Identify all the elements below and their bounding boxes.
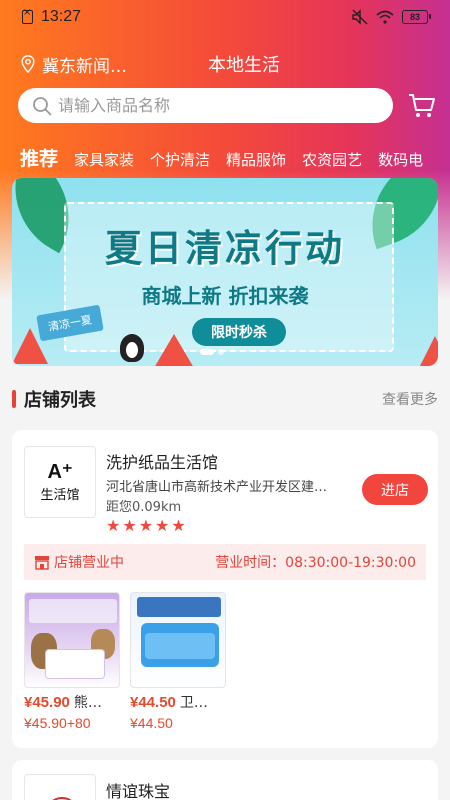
store-card[interactable]: A⁺ 生活馆 洗护纸品生活馆 河北省唐山市高新技术产业开发区建… 距您0.09k… xyxy=(12,430,438,748)
tab-apparel[interactable]: 精品服饰 xyxy=(226,149,286,170)
product-price: ¥44.50 xyxy=(130,694,176,711)
store-address: 河北省唐山市高新技术产业开发区建… xyxy=(106,480,328,495)
star-icon: ★ xyxy=(122,516,137,535)
product-item[interactable]: ¥45.90 熊… ¥45.90+80 xyxy=(24,592,120,731)
store-open-bar: 店铺营业中 营业时间：08:30:00-19:30:00 xyxy=(24,544,426,580)
enter-store-button[interactable]: 进店 xyxy=(362,474,428,505)
search-bar[interactable] xyxy=(18,88,393,123)
banner-title: 夏日清凉行动 xyxy=(105,227,345,270)
shop-icon xyxy=(35,555,49,570)
store-distance: 距您0.09km xyxy=(106,500,182,515)
product-item[interactable]: ¥44.50 卫… ¥44.50 xyxy=(130,592,226,731)
banner-subtitle: 商城上新 折扣来袭 xyxy=(141,284,309,308)
search-icon xyxy=(33,96,52,115)
open-status: 店铺营业中 xyxy=(54,555,124,571)
store-name: 情谊珠宝 xyxy=(106,782,171,800)
store-name: 洗护纸品生活馆 xyxy=(106,453,219,472)
carousel-dot xyxy=(200,349,214,355)
carousel-dot xyxy=(218,349,224,355)
business-hours: 营业时间：08:30:00-19:30:00 xyxy=(215,555,416,571)
product-name: 卫… xyxy=(179,695,208,711)
location-pin-icon xyxy=(21,55,35,73)
watermelon-icon xyxy=(420,336,438,366)
star-icon: ★ xyxy=(171,516,186,535)
product-name: 熊… xyxy=(73,695,102,711)
section-title: 店铺列表 xyxy=(24,390,96,411)
product-image xyxy=(24,592,120,688)
flash-sale-button[interactable]: 限时秒杀 xyxy=(192,318,286,346)
wifi-icon xyxy=(376,10,394,24)
product-sub-price: ¥44.50 xyxy=(130,715,173,731)
penguin-icon xyxy=(120,334,144,362)
local-life-tab[interactable]: 本地生活 xyxy=(208,51,280,77)
search-input[interactable] xyxy=(58,96,358,115)
sim-off-icon xyxy=(22,7,33,24)
tab-agriculture[interactable]: 农资园艺 xyxy=(302,149,362,170)
view-more-link[interactable]: 查看更多 xyxy=(382,389,438,409)
tab-digital[interactable]: 数码电 xyxy=(378,149,423,170)
mute-icon xyxy=(352,9,368,25)
tab-personal-care[interactable]: 个护清洁 xyxy=(150,149,210,170)
store-rating: ★ ★ ★ ★ ★ xyxy=(106,516,186,535)
status-time: 13:27 xyxy=(41,8,82,25)
store-logo: A⁺ 生活馆 xyxy=(24,446,96,518)
category-tabs: 推荐 家具家装 个护清洁 精品服饰 农资园艺 数码电 xyxy=(20,144,450,172)
location-row: 冀东新闻… 本地生活 xyxy=(20,50,440,78)
status-bar: 13:27 83 xyxy=(0,0,450,34)
location-selector[interactable]: 冀东新闻… xyxy=(42,52,162,77)
product-price: ¥45.90 xyxy=(24,694,70,711)
cart-icon[interactable] xyxy=(408,93,436,119)
product-image xyxy=(130,592,226,688)
store-list-header: 店铺列表 查看更多 xyxy=(12,386,438,412)
tab-furniture[interactable]: 家具家装 xyxy=(74,149,134,170)
star-icon: ★ xyxy=(155,516,170,535)
carousel-indicator xyxy=(200,349,224,355)
star-icon: ★ xyxy=(106,516,121,535)
star-icon: ★ xyxy=(138,516,154,535)
store-logo xyxy=(24,774,96,800)
section-accent-bar xyxy=(12,390,16,408)
battery-icon: 83 xyxy=(402,10,431,24)
tab-recommend[interactable]: 推荐 xyxy=(20,144,58,171)
store-card[interactable]: 情谊珠宝 xyxy=(12,760,438,800)
promo-banner[interactable]: 夏日清凉行动 商城上新 折扣来袭 限时秒杀 清凉一夏 xyxy=(12,178,438,366)
product-sub-price: ¥45.90+80 xyxy=(24,715,91,731)
